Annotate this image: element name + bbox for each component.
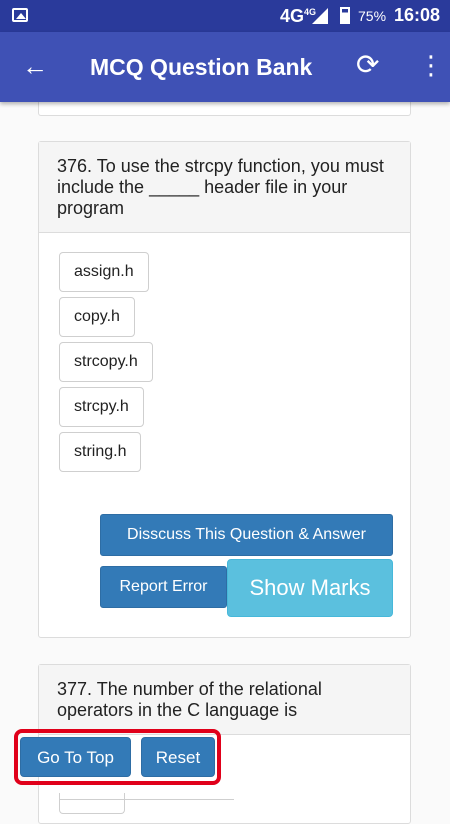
- gallery-notification-icon: [12, 8, 28, 22]
- option-button[interactable]: strcopy.h: [59, 342, 153, 382]
- option-button[interactable]: assign.h: [59, 252, 149, 292]
- status-bar: 4G4G 75% 16:08: [0, 0, 450, 32]
- app-bar: ← MCQ Question Bank ⟳ ⋮: [0, 32, 450, 102]
- discuss-button[interactable]: Disscuss This Question & Answer: [100, 514, 393, 556]
- option-button[interactable]: [59, 799, 234, 814]
- question-card: 376. To use the strcpy function, you mus…: [38, 141, 411, 638]
- clock: 16:08: [394, 5, 441, 25]
- report-error-button[interactable]: Report Error: [100, 566, 227, 608]
- refresh-icon[interactable]: ⟳: [356, 50, 379, 80]
- highlight-box: [14, 729, 221, 785]
- battery-icon: [340, 7, 350, 24]
- question-text: 377. The number of the relational operat…: [39, 665, 410, 735]
- option-button[interactable]: string.h: [59, 432, 142, 472]
- page-title: MCQ Question Bank: [90, 54, 313, 80]
- signal-icon: [312, 8, 328, 24]
- battery-level: 75%: [358, 8, 387, 24]
- option-button[interactable]: strcpy.h: [59, 387, 144, 427]
- question-text: 376. To use the strcpy function, you mus…: [39, 142, 410, 233]
- network-type: 4G4G: [280, 6, 317, 26]
- more-vert-icon[interactable]: ⋮: [418, 52, 444, 78]
- back-arrow-icon[interactable]: ←: [22, 52, 48, 80]
- option-button[interactable]: copy.h: [59, 297, 135, 337]
- show-marks-button[interactable]: Show Marks: [227, 559, 393, 617]
